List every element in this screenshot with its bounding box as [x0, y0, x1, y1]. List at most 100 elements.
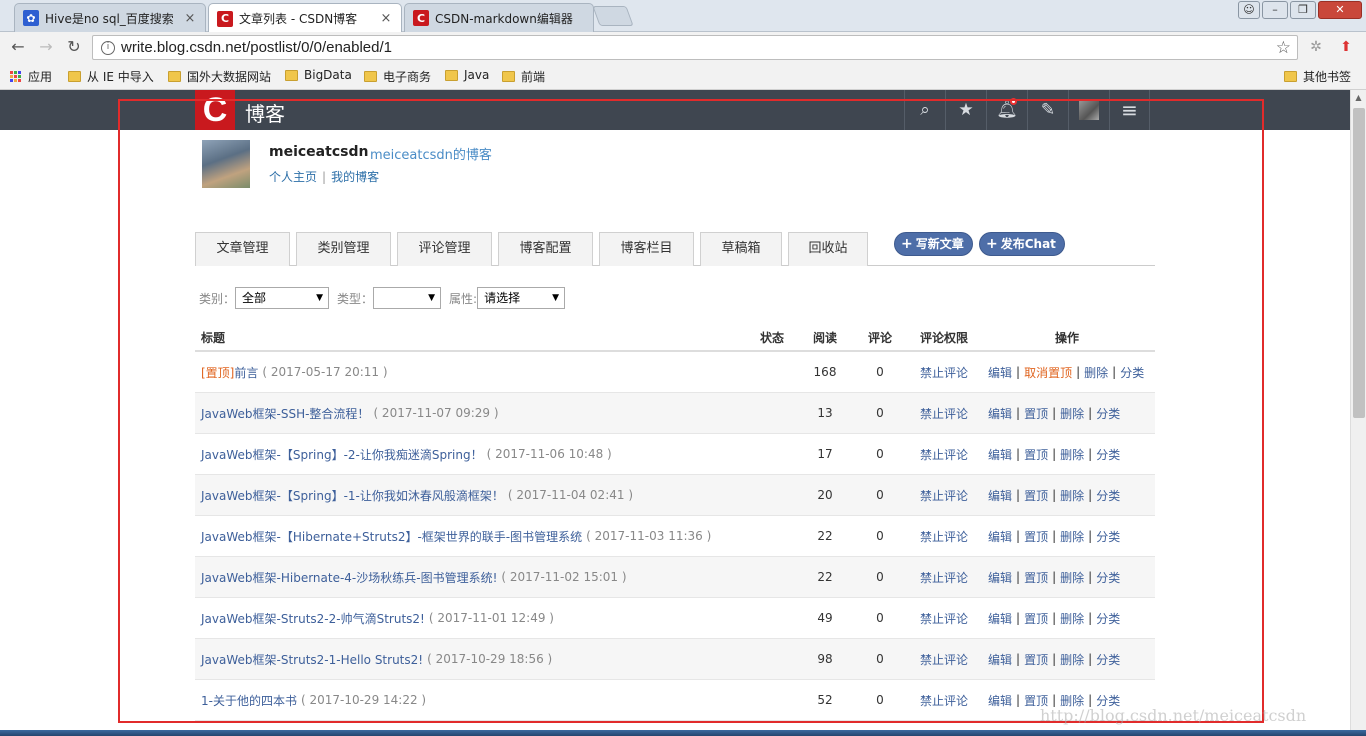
article-title-link[interactable]: 前言 [234, 364, 258, 381]
edit-icon[interactable]: ✎ [1027, 90, 1068, 130]
disable-comment-link[interactable]: 禁止评论 [920, 405, 968, 422]
my-blog-link[interactable]: 我的博客 [331, 170, 379, 184]
op-link[interactable]: 编辑 [988, 610, 1012, 627]
star-icon[interactable]: ★ [945, 90, 986, 130]
extension-red-icon[interactable]: ⬆ [1336, 37, 1356, 57]
csdn-logo[interactable]: C [195, 90, 235, 130]
bell-icon[interactable]: 🔔︎ [986, 90, 1027, 130]
back-arrow-icon[interactable]: ← [8, 37, 28, 57]
address-bar[interactable]: i write.blog.csdn.net/postlist/0/0/enabl… [92, 35, 1298, 60]
tab-comments[interactable]: 评论管理 [397, 232, 492, 266]
browser-tab-markdown[interactable]: C CSDN-markdown编辑器 [404, 3, 594, 32]
logo-text[interactable]: 博客 [245, 98, 285, 127]
browser-tab-baidu[interactable]: ✿ Hive是no sql_百度搜索 × [14, 3, 206, 32]
minimize-icon[interactable]: – [1262, 1, 1288, 19]
url-text[interactable]: write.blog.csdn.net/postlist/0/0/enabled… [121, 39, 1276, 56]
tab-blog-columns[interactable]: 博客栏目 [599, 232, 694, 266]
op-link[interactable]: 置顶 [1024, 610, 1048, 627]
op-link[interactable]: 编辑 [988, 446, 1012, 463]
op-link[interactable]: 分类 [1120, 364, 1144, 381]
page-scrollbar[interactable]: ▲ [1350, 90, 1366, 736]
article-title-link[interactable]: JavaWeb框架-Struts2-2-帅气滴Struts2! [201, 610, 425, 627]
type-select[interactable]: ▼ [373, 287, 442, 309]
article-title-link[interactable]: JavaWeb框架-【Spring】-2-让你我痴迷滴Spring！ [201, 446, 483, 463]
maximize-icon[interactable]: ❐ [1290, 1, 1316, 19]
bookmark-folder[interactable]: 国外大数据网站 [168, 68, 271, 85]
op-link[interactable]: 置顶 [1024, 651, 1048, 668]
close-tab-icon[interactable]: × [183, 11, 197, 26]
op-link[interactable]: 编辑 [988, 487, 1012, 504]
close-tab-icon[interactable]: × [379, 11, 393, 26]
tab-blog-config[interactable]: 博客配置 [498, 232, 593, 266]
reload-icon[interactable]: ↻ [64, 37, 84, 57]
tab-drafts[interactable]: 草稿箱 [700, 232, 782, 266]
tab-categories[interactable]: 类别管理 [296, 232, 391, 266]
blog-link[interactable]: meiceatcsdn的博客 [370, 144, 492, 163]
article-title-link[interactable]: JavaWeb框架-【Hibernate+Struts2】-框架世界的联手-图书… [201, 528, 582, 545]
forward-arrow-icon[interactable]: → [36, 37, 56, 57]
category-select[interactable]: 全部 ▼ [235, 287, 330, 309]
bookmark-folder[interactable]: 从 IE 中导入 [68, 68, 154, 85]
op-link[interactable]: 删除 [1060, 569, 1084, 586]
op-link[interactable]: 置顶 [1024, 446, 1048, 463]
article-title-link[interactable]: JavaWeb框架-Hibernate-4-沙场秋练兵-图书管理系统! [201, 569, 497, 586]
browser-tab-postlist[interactable]: C 文章列表 - CSDN博客 × [208, 3, 402, 33]
disable-comment-link[interactable]: 禁止评论 [920, 487, 968, 504]
op-link[interactable]: 分类 [1096, 651, 1120, 668]
bookmark-folder[interactable]: 前端 [502, 68, 545, 85]
disable-comment-link[interactable]: 禁止评论 [920, 569, 968, 586]
op-link[interactable]: 置顶 [1024, 487, 1048, 504]
search-icon[interactable]: ⌕ [904, 90, 945, 130]
tab-recycle-bin[interactable]: 回收站 [788, 232, 868, 266]
write-article-button[interactable]: + 写新文章 [894, 232, 973, 256]
disable-comment-link[interactable]: 禁止评论 [920, 364, 968, 381]
op-link[interactable]: 编辑 [988, 528, 1012, 545]
home-link[interactable]: 个人主页 [269, 170, 317, 184]
scrollbar-thumb[interactable] [1353, 108, 1365, 418]
op-link[interactable]: 删除 [1060, 610, 1084, 627]
op-link[interactable]: 编辑 [988, 651, 1012, 668]
attr-select[interactable]: 请选择 ▼ [477, 287, 566, 309]
disable-comment-link[interactable]: 禁止评论 [920, 610, 968, 627]
op-link[interactable]: 分类 [1096, 487, 1120, 504]
op-link[interactable]: 置顶 [1024, 569, 1048, 586]
article-title-link[interactable]: 1-关于他的四本书 [201, 692, 297, 709]
avatar[interactable] [202, 140, 250, 188]
close-window-icon[interactable]: ✕ [1318, 1, 1362, 19]
bookmark-apps[interactable]: 应用 [10, 68, 52, 85]
op-link[interactable]: 分类 [1096, 569, 1120, 586]
article-title-link[interactable]: JavaWeb框架-Struts2-1-Hello Struts2! [201, 651, 423, 668]
op-link[interactable]: 分类 [1096, 446, 1120, 463]
op-link[interactable]: 删除 [1060, 446, 1084, 463]
op-link[interactable]: 删除 [1084, 364, 1108, 381]
article-title-link[interactable]: JavaWeb框架-SSH-整合流程！ [201, 405, 369, 422]
op-link[interactable]: 编辑 [988, 405, 1012, 422]
avatar-icon[interactable] [1068, 90, 1109, 130]
bookmark-other[interactable]: 其他书签 [1284, 68, 1351, 85]
publish-chat-button[interactable]: + 发布Chat [979, 232, 1065, 256]
op-link[interactable]: 取消置顶 [1024, 364, 1072, 381]
op-link[interactable]: 删除 [1060, 487, 1084, 504]
article-title-link[interactable]: JavaWeb框架-【Spring】-1-让你我如沐春风般滴框架！ [201, 487, 504, 504]
tab-articles[interactable]: 文章管理 [195, 232, 290, 266]
op-link[interactable]: 置顶 [1024, 528, 1048, 545]
disable-comment-link[interactable]: 禁止评论 [920, 528, 968, 545]
op-link[interactable]: 删除 [1060, 405, 1084, 422]
scroll-up-icon[interactable]: ▲ [1351, 90, 1366, 106]
disable-comment-link[interactable]: 禁止评论 [920, 692, 968, 709]
bookmark-star-icon[interactable]: ☆ [1276, 38, 1291, 58]
menu-icon[interactable]: ≡ [1109, 90, 1150, 130]
op-link[interactable]: 删除 [1060, 528, 1084, 545]
op-link[interactable]: 分类 [1096, 405, 1120, 422]
disable-comment-link[interactable]: 禁止评论 [920, 446, 968, 463]
bookmark-folder[interactable]: Java [445, 68, 489, 82]
info-icon[interactable]: i [101, 40, 115, 55]
op-link[interactable]: 编辑 [988, 692, 1012, 709]
op-link[interactable]: 分类 [1096, 610, 1120, 627]
new-tab-button[interactable] [592, 6, 634, 26]
op-link[interactable]: 分类 [1096, 528, 1120, 545]
user-icon[interactable]: ☺ [1238, 1, 1260, 19]
op-link[interactable]: 编辑 [988, 364, 1012, 381]
bookmark-folder[interactable]: BigData [285, 68, 352, 82]
op-link[interactable]: 删除 [1060, 651, 1084, 668]
